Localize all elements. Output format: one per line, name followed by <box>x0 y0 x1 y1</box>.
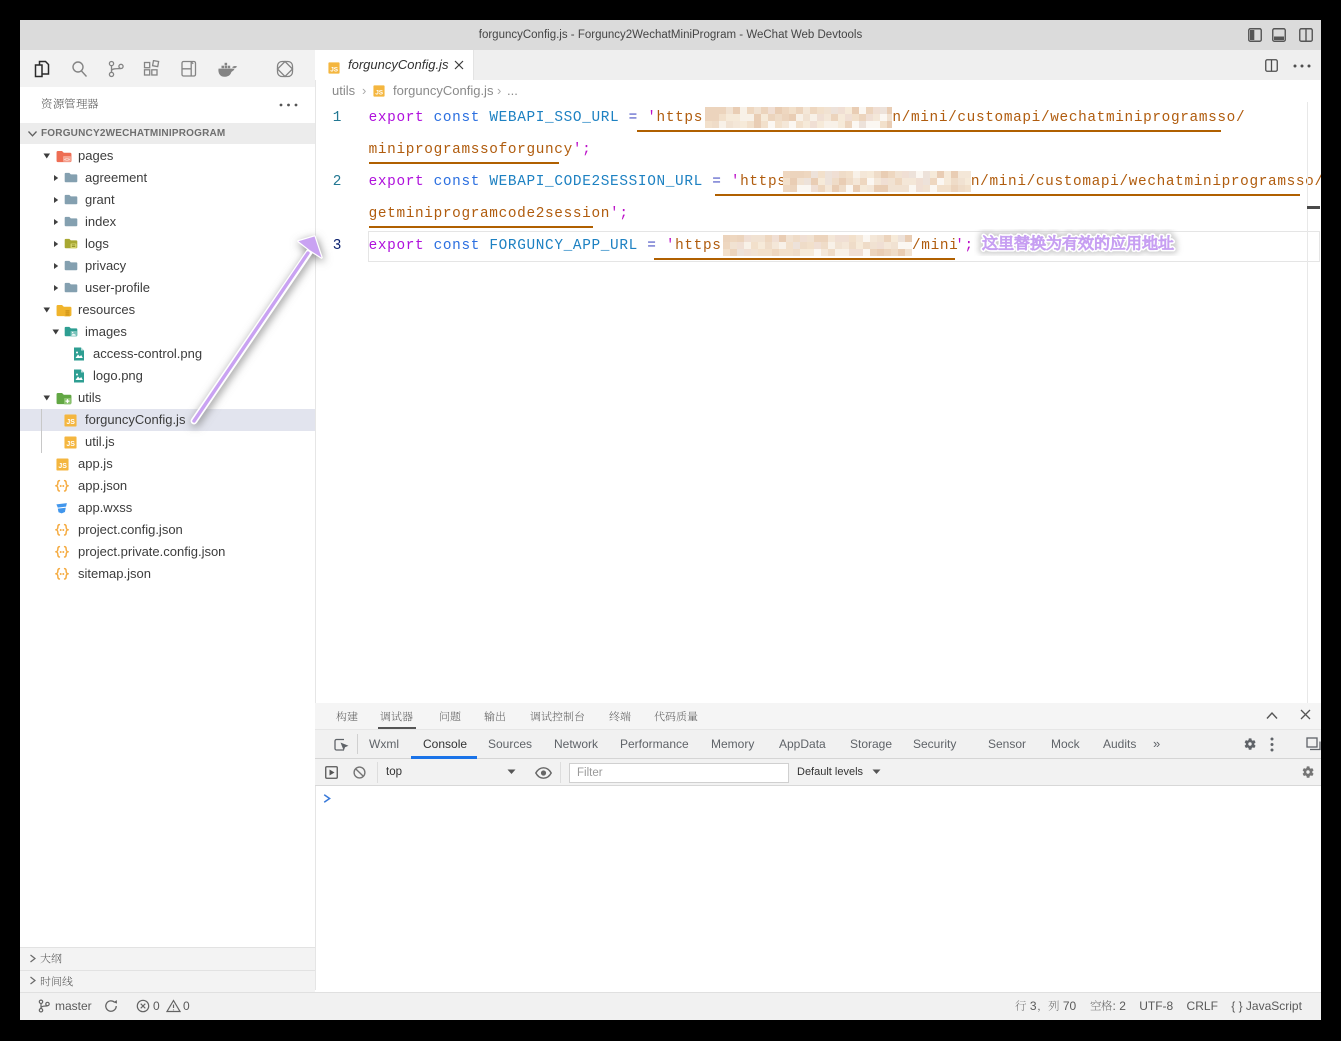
svg-text:<>: <> <box>64 156 70 162</box>
svg-text:JS: JS <box>66 441 75 448</box>
svg-text:JS: JS <box>66 419 75 426</box>
svg-text:JS: JS <box>375 89 384 96</box>
svg-text:JS: JS <box>58 463 67 470</box>
svg-text:JS: JS <box>330 66 339 73</box>
